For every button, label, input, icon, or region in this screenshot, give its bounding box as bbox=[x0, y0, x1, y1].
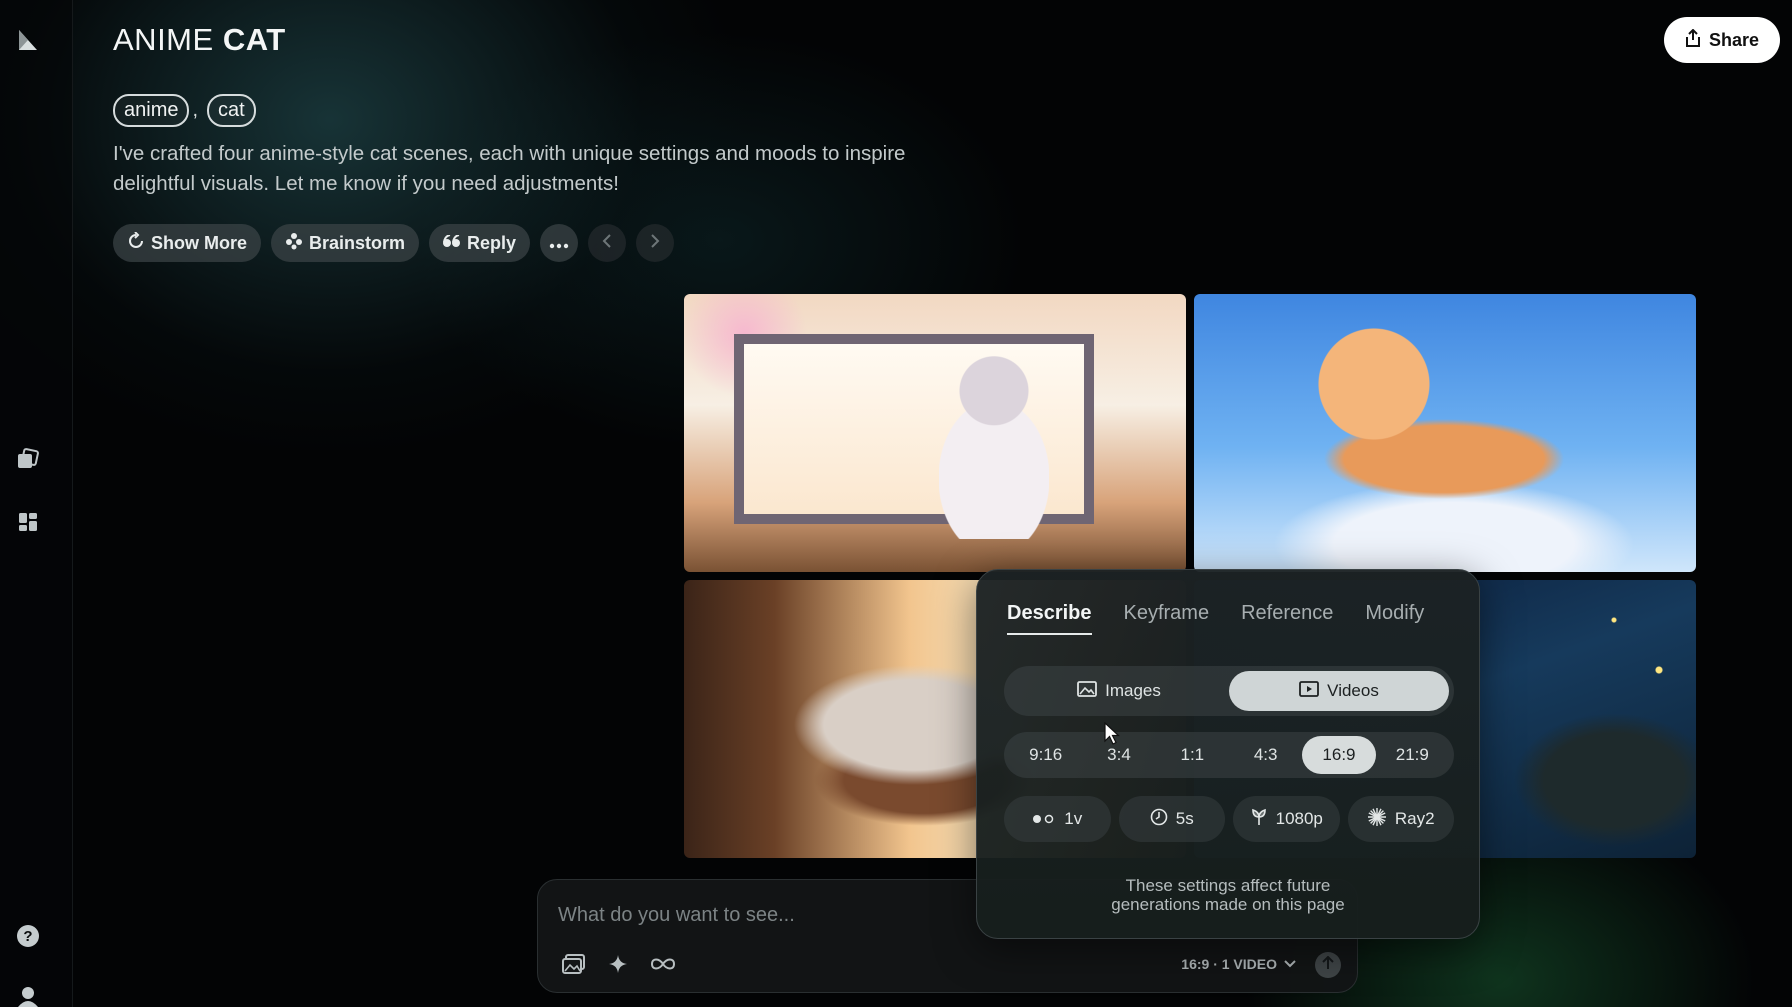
assistant-description: I've crafted four anime-style cat scenes… bbox=[113, 142, 906, 195]
model-option[interactable]: Ray2 bbox=[1347, 796, 1454, 842]
brainstorm-icon bbox=[285, 232, 303, 255]
media-type-toggle: Images Videos bbox=[1004, 666, 1454, 716]
tab-reference[interactable]: Reference bbox=[1241, 602, 1333, 635]
more-button[interactable] bbox=[540, 224, 579, 262]
aspect-ratio-option[interactable]: 1:1 bbox=[1156, 736, 1229, 774]
user-avatar-icon[interactable] bbox=[14, 982, 42, 1007]
resolution-label: 1080p bbox=[1275, 809, 1323, 828]
tag-anime[interactable]: anime bbox=[113, 94, 190, 127]
image-icon bbox=[1077, 680, 1098, 702]
reply-label: Reply bbox=[467, 232, 517, 253]
tag-cat[interactable]: cat bbox=[207, 94, 256, 127]
video-count-option[interactable]: 1v bbox=[1004, 796, 1111, 842]
next-button[interactable] bbox=[636, 224, 675, 262]
submit-button[interactable] bbox=[1315, 952, 1341, 978]
resolution-icon bbox=[1250, 808, 1268, 831]
prompt-input[interactable] bbox=[558, 900, 978, 930]
tab-keyframe[interactable]: Keyframe bbox=[1124, 602, 1210, 635]
aspect-ratio-option[interactable]: 4:3 bbox=[1229, 736, 1302, 774]
video-icon bbox=[1299, 680, 1320, 702]
settings-note-line2: generations made on this page bbox=[1111, 895, 1345, 914]
generation-settings-toggle[interactable]: 16:9 · 1 VIDEO bbox=[1181, 956, 1297, 972]
aspect-ratio-selector: 9:16 3:4 1:1 4:3 16:9 21:9 bbox=[1004, 732, 1454, 778]
luma-logo-icon[interactable] bbox=[14, 26, 42, 54]
clock-icon bbox=[1150, 808, 1168, 831]
chevron-down-icon bbox=[1283, 956, 1297, 972]
settings-note-line1: These settings affect future bbox=[1125, 876, 1331, 895]
quote-icon bbox=[443, 233, 461, 254]
page-title: ANIME CAT bbox=[113, 22, 286, 58]
refresh-icon bbox=[127, 230, 145, 255]
count-dots-icon bbox=[1032, 809, 1056, 829]
video-count-label: 1v bbox=[1064, 809, 1083, 828]
more-icon bbox=[549, 233, 569, 254]
image-cat-detail bbox=[939, 349, 1049, 539]
sidebar: ? bbox=[0, 0, 73, 1007]
tag-separator: , bbox=[192, 99, 199, 121]
media-type-images[interactable]: Images bbox=[1009, 671, 1229, 711]
show-more-button[interactable]: Show More bbox=[113, 224, 262, 262]
settings-note: These settings affect future generations… bbox=[977, 876, 1479, 914]
help-icon[interactable]: ? bbox=[14, 922, 42, 950]
generation-settings-summary: 16:9 · 1 VIDEO bbox=[1181, 956, 1277, 972]
share-button[interactable]: Share bbox=[1664, 17, 1780, 63]
generated-image-cat-window[interactable] bbox=[684, 294, 1186, 572]
reply-button[interactable]: Reply bbox=[429, 224, 531, 262]
title-part-light: ANIME bbox=[113, 22, 214, 57]
brainstorm-button[interactable]: Brainstorm bbox=[271, 224, 420, 262]
resolution-option[interactable]: 1080p bbox=[1233, 796, 1340, 842]
duration-label: 5s bbox=[1175, 809, 1194, 828]
previous-button[interactable] bbox=[588, 224, 627, 262]
settings-tabs: Describe Keyframe Reference Modify bbox=[1007, 602, 1424, 635]
aspect-ratio-option[interactable]: 21:9 bbox=[1376, 736, 1449, 774]
tab-modify[interactable]: Modify bbox=[1365, 602, 1424, 635]
image-upload-icon[interactable] bbox=[560, 950, 588, 978]
share-label: Share bbox=[1708, 29, 1760, 50]
duration-option[interactable]: 5s bbox=[1118, 796, 1225, 842]
mouse-cursor-icon bbox=[1104, 721, 1121, 746]
show-more-label: Show More bbox=[151, 232, 248, 253]
tab-describe[interactable]: Describe bbox=[1007, 602, 1092, 635]
title-part-bold: CAT bbox=[222, 22, 286, 57]
media-type-videos[interactable]: Videos bbox=[1229, 671, 1449, 711]
boards-icon[interactable] bbox=[14, 445, 42, 473]
aspect-ratio-option[interactable]: 9:16 bbox=[1009, 736, 1082, 774]
generated-image-cat-jumping[interactable] bbox=[1194, 294, 1696, 572]
chevron-right-icon bbox=[650, 233, 660, 254]
chevron-left-icon bbox=[602, 233, 612, 254]
share-icon bbox=[1685, 28, 1701, 52]
svg-text:?: ? bbox=[23, 928, 32, 945]
media-type-videos-label: Videos bbox=[1327, 681, 1379, 700]
loop-icon[interactable] bbox=[649, 950, 677, 978]
aspect-ratio-option-selected[interactable]: 16:9 bbox=[1302, 736, 1376, 774]
tag-list: anime , cat bbox=[113, 94, 256, 127]
model-label: Ray2 bbox=[1394, 809, 1435, 828]
model-burst-icon bbox=[1367, 807, 1387, 832]
sparkle-icon[interactable] bbox=[604, 950, 632, 978]
brainstorm-label: Brainstorm bbox=[309, 232, 406, 253]
generation-settings-popover: Describe Keyframe Reference Modify Image… bbox=[976, 569, 1480, 939]
action-bar: Show More Brainstorm Reply bbox=[113, 224, 675, 262]
grid-icon[interactable] bbox=[14, 508, 42, 536]
media-type-images-label: Images bbox=[1105, 681, 1161, 700]
video-options: 1v 5s 1080p Ray2 bbox=[1004, 796, 1454, 842]
arrow-up-icon bbox=[1322, 955, 1334, 975]
